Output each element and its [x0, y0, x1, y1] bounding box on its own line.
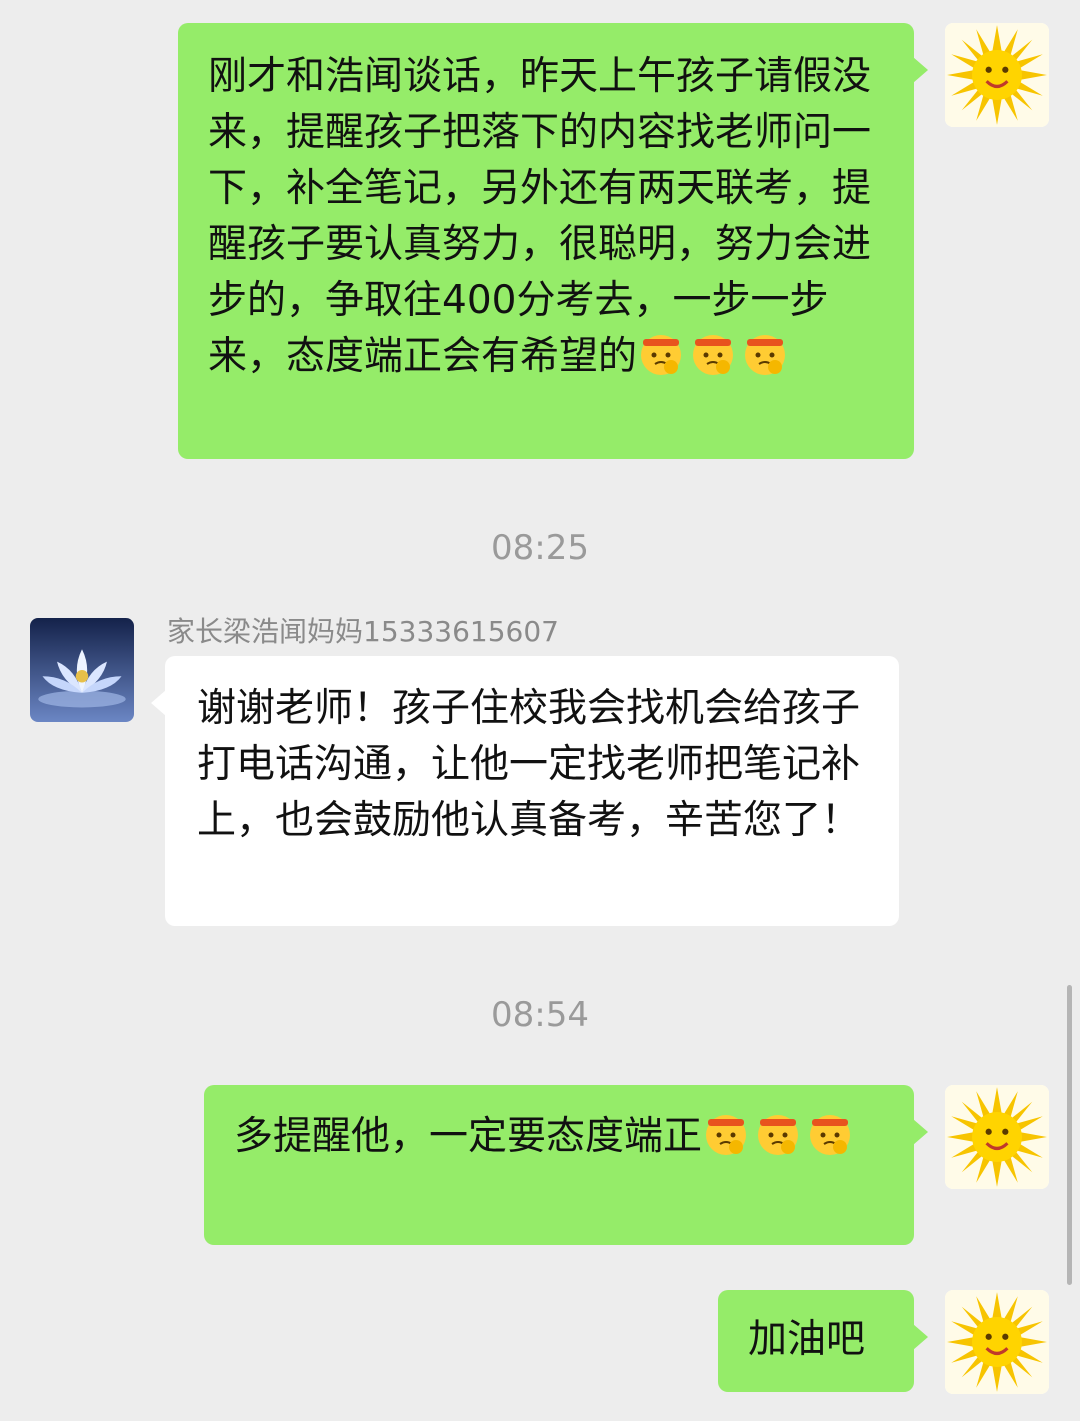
message-bubble-3[interactable]: 多提醒他，一定要态度端正 [204, 1085, 928, 1245]
determined-emoji-icon [741, 329, 789, 377]
sun-avatar[interactable] [945, 1085, 1049, 1189]
sun-avatar[interactable] [945, 23, 1049, 127]
sender-name: 家长梁浩闻妈妈15333615607 [167, 615, 559, 648]
message-text: 谢谢老师！孩子住校我会找机会给孩子打电话沟通，让他一定找老师把笔记补上，也会鼓励… [197, 686, 861, 843]
determined-emoji-icon [702, 1109, 750, 1157]
bubble-tail [151, 690, 166, 716]
scrollbar[interactable] [1067, 985, 1072, 1285]
message-bubble-2[interactable]: 谢谢老师！孩子住校我会找机会给孩子打电话沟通，让他一定找老师把笔记补上，也会鼓励… [151, 656, 899, 926]
determined-emoji-icon [754, 1109, 802, 1157]
message-bubble-4[interactable]: 加油吧 [718, 1290, 928, 1392]
message-bubble-1[interactable]: 刚才和浩闻谈话，昨天上午孩子请假没来，提醒孩子把落下的内容找老师问一下，补全笔记… [178, 23, 928, 459]
sun-icon [945, 23, 1049, 127]
sun-icon [945, 1290, 1049, 1394]
bubble-tail [913, 1324, 928, 1350]
sun-avatar[interactable] [945, 1290, 1049, 1394]
message-text: 多提醒他，一定要态度端正 [234, 1114, 703, 1159]
sun-icon [945, 1085, 1049, 1189]
timestamp: 08:54 [491, 995, 589, 1035]
lotus-icon [30, 618, 134, 722]
timestamp: 08:25 [491, 528, 589, 568]
bubble-tail [913, 57, 928, 83]
message-text: 加油吧 [748, 1317, 866, 1362]
lotus-avatar[interactable] [30, 618, 134, 722]
bubble-tail [913, 1119, 928, 1145]
determined-emoji-icon [637, 329, 685, 377]
determined-emoji-icon [806, 1109, 854, 1157]
determined-emoji-icon [689, 329, 737, 377]
